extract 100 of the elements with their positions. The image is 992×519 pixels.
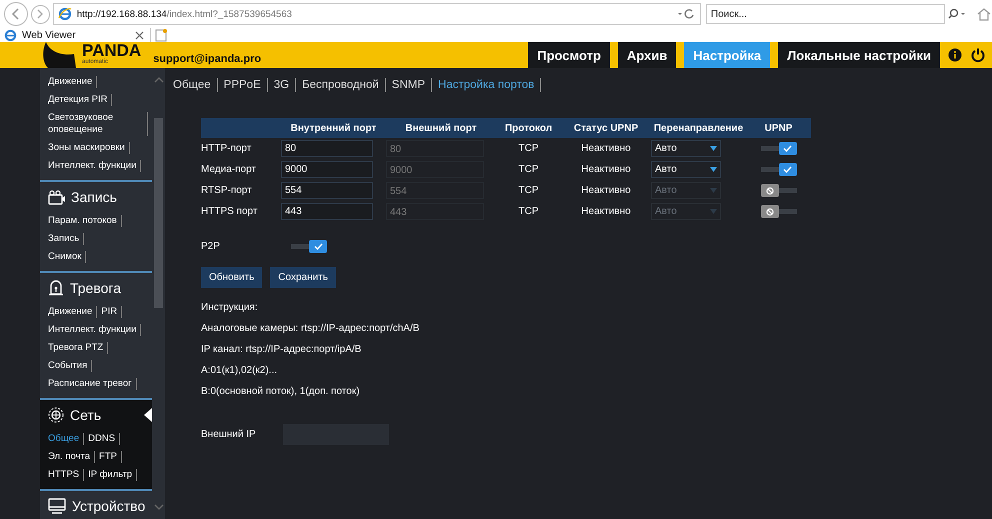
instruction-text: A:01(к1),02(к2)... bbox=[201, 364, 278, 378]
scroll-down-icon[interactable] bbox=[154, 503, 164, 511]
sidebar-link[interactable]: Интеллект. функции bbox=[48, 160, 142, 172]
column-header: UPNP bbox=[764, 122, 794, 134]
sidebar-link[interactable]: События bbox=[48, 360, 92, 372]
refresh-icon[interactable] bbox=[676, 8, 696, 20]
settings-tab[interactable]: 3G bbox=[274, 78, 296, 92]
internal-port-field[interactable]: 80 bbox=[281, 140, 373, 157]
sidebar-section-header[interactable]: Устройство bbox=[48, 491, 152, 519]
close-icon[interactable] bbox=[135, 30, 144, 40]
sidebar-link[interactable]: Тревога PTZ bbox=[48, 342, 108, 354]
sidebar-link[interactable]: HTTPS bbox=[48, 469, 84, 481]
column-header: Перенаправление bbox=[652, 122, 744, 134]
redirect-dropdown[interactable]: Авто bbox=[651, 140, 721, 157]
settings-tab[interactable]: Настройка портов bbox=[438, 78, 542, 92]
check-icon bbox=[783, 145, 792, 152]
instruction-text: Аналоговые камеры: rtsp://IP-адрес:порт/chA/B bbox=[201, 322, 420, 336]
ban-icon bbox=[766, 186, 774, 194]
logo-text: PANDA bbox=[82, 42, 142, 58]
scrollbar-thumb[interactable] bbox=[154, 118, 163, 308]
upnp-toggle[interactable] bbox=[760, 184, 796, 197]
browser-icon bbox=[4, 28, 17, 42]
back-button[interactable] bbox=[4, 2, 28, 26]
sidebar-link[interactable]: Движение bbox=[48, 76, 98, 88]
instruction-text: B:0(основной поток), 1(доп. поток) bbox=[201, 385, 361, 399]
external-port-field: 9000 bbox=[386, 161, 484, 178]
sidebar-link[interactable]: Детекция PIR bbox=[48, 94, 112, 106]
sidebar-link[interactable]: Зоны маскировки bbox=[48, 142, 130, 154]
settings-tab[interactable]: PPPoE bbox=[224, 78, 268, 92]
port-name: HTTP-порт bbox=[201, 143, 252, 154]
external-port-field: 554 bbox=[386, 182, 484, 199]
sidebar-link[interactable]: Снимок bbox=[48, 251, 86, 263]
settings-tab[interactable]: Общее bbox=[173, 78, 218, 92]
instruction-text: Инструкция: bbox=[201, 301, 259, 315]
check-icon bbox=[783, 166, 792, 173]
sidebar-link[interactable]: FTP bbox=[99, 451, 122, 463]
upnp-toggle[interactable] bbox=[760, 205, 796, 218]
search-field[interactable]: Поиск... bbox=[706, 4, 946, 24]
sidebar-link[interactable]: IP фильтр bbox=[88, 469, 138, 481]
sidebar-link[interactable]: Запись bbox=[48, 233, 84, 245]
support-email: support@ipanda.pro bbox=[153, 53, 262, 67]
port-name: Медиа-порт bbox=[201, 164, 257, 175]
protocol-cell-text: TCP bbox=[518, 143, 540, 154]
active-pointer-icon bbox=[144, 408, 152, 422]
sidebar-link[interactable]: PIR bbox=[101, 306, 122, 318]
browser-icon bbox=[58, 7, 72, 21]
sidebar-link[interactable]: Эл. почта bbox=[48, 451, 96, 463]
port-name: RTSP-порт bbox=[201, 185, 253, 196]
nav-tab[interactable]: Просмотр bbox=[528, 42, 610, 68]
sidebar-link[interactable]: Расписание тревог bbox=[48, 378, 137, 390]
external-ip-label: Внешний IP bbox=[201, 429, 257, 440]
internal-port-field[interactable]: 554 bbox=[281, 182, 373, 199]
globe-icon bbox=[48, 407, 64, 423]
nav-tab[interactable]: Архив bbox=[618, 42, 676, 68]
new-tab-icon[interactable] bbox=[154, 28, 168, 42]
ban-icon bbox=[766, 208, 774, 216]
monitor-icon bbox=[48, 498, 66, 514]
sidebar-link[interactable]: Светозвуковое оповещение bbox=[48, 112, 148, 136]
sidebar-section-header[interactable]: Сеть bbox=[48, 400, 152, 430]
protocol-cell-text: TCP bbox=[518, 206, 540, 217]
column-header: Внутренний порт bbox=[290, 122, 378, 134]
caret-icon bbox=[710, 209, 717, 214]
p2p-toggle[interactable] bbox=[291, 240, 327, 253]
sidebar-link[interactable]: Интеллект. функции bbox=[48, 324, 142, 336]
status-cell-text: Неактивно bbox=[580, 143, 632, 154]
home-icon[interactable] bbox=[976, 6, 992, 22]
power-icon[interactable] bbox=[970, 47, 986, 63]
scroll-up-icon[interactable] bbox=[154, 76, 164, 84]
settings-tab[interactable]: Беспроводной bbox=[302, 78, 386, 92]
sidebar-link[interactable]: Парам. потоков bbox=[48, 215, 122, 227]
status-cell-text: Неактивно bbox=[580, 185, 632, 196]
instruction-text: IP канал: rtsp://IP-адрес:порт/ipA/B bbox=[201, 343, 362, 357]
column-header: Внешний порт bbox=[404, 122, 478, 134]
sidebar-section-header[interactable]: Тревога bbox=[48, 273, 152, 303]
sidebar-section-header[interactable]: Запись bbox=[48, 182, 152, 212]
internal-port-field[interactable]: 443 bbox=[281, 203, 373, 220]
sidebar-link[interactable]: Движение bbox=[48, 306, 98, 318]
internal-port-field[interactable]: 9000 bbox=[281, 161, 373, 178]
status-cell-text: Неактивно bbox=[580, 206, 632, 217]
status-cell-text: Неактивно bbox=[580, 164, 632, 175]
info-icon[interactable] bbox=[948, 48, 962, 62]
column-header: Статус UPNP bbox=[572, 122, 640, 134]
search-icon[interactable] bbox=[947, 8, 968, 20]
settings-tab[interactable]: SNMP bbox=[392, 78, 432, 92]
check-icon bbox=[314, 243, 322, 250]
alarm-icon bbox=[48, 280, 64, 296]
redirect-dropdown[interactable]: Авто bbox=[651, 161, 721, 178]
action-button[interactable]: Обновить bbox=[201, 267, 262, 288]
caret-icon bbox=[710, 167, 717, 172]
sidebar-link[interactable]: DDNS bbox=[88, 433, 120, 445]
action-button[interactable]: Сохранить bbox=[270, 267, 336, 288]
port-name: HTTPS порт bbox=[201, 206, 258, 217]
protocol-cell-text: TCP bbox=[518, 164, 540, 175]
camera-icon bbox=[48, 190, 65, 204]
address-bar[interactable]: http://192.168.88.134/index.html?_1587539654563 bbox=[52, 3, 701, 25]
nav-tab[interactable]: Локальные настройки bbox=[778, 42, 940, 68]
external-port-field: 443 bbox=[386, 203, 484, 220]
sidebar-link[interactable]: Общее bbox=[48, 433, 84, 445]
external-port-field: 80 bbox=[386, 140, 484, 157]
caret-icon bbox=[710, 146, 717, 151]
